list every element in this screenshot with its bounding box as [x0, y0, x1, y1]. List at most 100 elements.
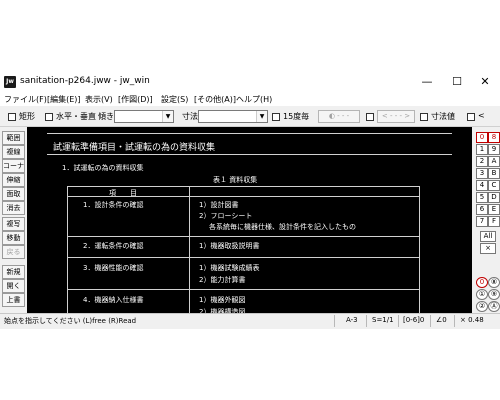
table-header-item: 項 目 [109, 189, 137, 197]
status-paper-size[interactable]: A-3 [346, 316, 358, 324]
tool-new[interactable]: 新規 [2, 265, 25, 279]
jw-win-window: Jw sanitation-p264.jww - jw_win — ☐ ✕ ファ… [0, 72, 500, 329]
layer-button[interactable]: ② [476, 301, 488, 312]
menu-other[interactable]: [その他(A)] [194, 94, 236, 105]
disabled-circle-button[interactable]: ◐ - - - [318, 110, 360, 123]
status-divider [454, 315, 455, 327]
maximize-button[interactable]: ☐ [442, 72, 472, 92]
tool-open[interactable]: 開く [2, 279, 25, 293]
tool-erase[interactable]: 消去 [2, 201, 25, 215]
layer-group-button[interactable]: D [488, 192, 500, 203]
arrow-checkbox[interactable] [366, 113, 374, 121]
layer-group-button[interactable]: 5 [476, 192, 488, 203]
dim15-checkbox[interactable] [272, 113, 280, 121]
tool-parallel[interactable]: 複線 [2, 145, 25, 159]
layer-group-button[interactable]: 3 [476, 168, 488, 179]
canvas-section: 1．試運転の為の資料収集 [62, 164, 144, 172]
tool-range[interactable]: 範囲 [2, 131, 25, 145]
menu-help[interactable]: ヘルプ(H) [236, 94, 272, 105]
layer-button[interactable]: ⑨ [488, 289, 500, 300]
tool-corner[interactable]: コーナー [2, 159, 25, 182]
menu-file[interactable]: ファイル(F) [4, 94, 47, 105]
table-right-border [419, 186, 420, 317]
hv-checkbox[interactable] [45, 113, 53, 121]
canvas-table-title: 表１ 資料収集 [213, 176, 258, 184]
dim-combo[interactable]: ▼ [198, 110, 268, 123]
status-layer[interactable]: [0-6]0 [403, 316, 424, 324]
layer-group-button[interactable]: B [488, 168, 500, 179]
hv-label: 水平・垂直 [56, 112, 96, 121]
layer-button[interactable]: 0 [476, 277, 488, 288]
table-row-item: 3．機器性能の確認 [83, 264, 144, 272]
layer-button[interactable]: ⑧ [488, 277, 500, 288]
window-title: sanitation-p264.jww - jw_win [20, 76, 150, 86]
status-scale[interactable]: S=1/1 [372, 316, 394, 324]
layer-group-button[interactable]: 2 [476, 156, 488, 167]
layer-group-button[interactable]: F [488, 216, 500, 227]
layer-invert-button[interactable]: × [480, 243, 496, 254]
menu-view[interactable]: 表示(V) [85, 94, 113, 105]
canvas-heading: 試運転準備項目・試運転の為の資料収集 [53, 143, 216, 153]
table-row-line: 2）能力計算書 [199, 276, 246, 284]
heading-rule-bottom [47, 154, 452, 155]
layer-all-button[interactable]: All [480, 231, 496, 242]
table-row-rule [67, 257, 419, 258]
layer-group-button[interactable]: 9 [488, 144, 500, 155]
extra-checkbox[interactable] [467, 113, 475, 121]
layer-group-button[interactable]: 4 [476, 180, 488, 191]
status-divider [334, 315, 335, 327]
table-row-line: 1）機器試験成績表 [199, 264, 260, 272]
control-bar: 矩形 水平・垂直 傾き ▼ 寸法 ▼ 15度毎 ◐ - - - < - - - … [0, 106, 500, 127]
table-column-divider [189, 186, 190, 317]
left-tool-palette: 範囲 複線 コーナー 伸縮 面取 消去 複写 移動 戻る 新規 開く 上書 [0, 127, 25, 317]
app-icon: Jw [4, 76, 16, 88]
status-divider [430, 315, 431, 327]
chevron-down-icon[interactable]: ▼ [256, 111, 267, 122]
table-row-item: 4．機器納入仕様書 [83, 296, 144, 304]
status-bar: 始点を指示してください (L)free (R)Read A-3 S=1/1 [0… [0, 313, 500, 329]
angle-combo[interactable]: ▼ [114, 110, 174, 123]
status-divider [398, 315, 399, 327]
layer-button[interactable]: Ⓐ [488, 301, 500, 312]
layer-group-button[interactable]: C [488, 180, 500, 191]
layer-group-button[interactable]: 8 [488, 132, 500, 143]
status-divider [366, 315, 367, 327]
right-layer-palette: 0 8 1 9 2 A 3 B 4 C 5 D 6 E 7 F All × 0 … [474, 127, 500, 317]
table-row-rule [67, 236, 419, 237]
table-row-item: 2．運転条件の確認 [83, 242, 144, 250]
tool-stretch[interactable]: 伸縮 [2, 173, 25, 187]
extra-label: < [478, 111, 485, 120]
tool-undo[interactable]: 戻る [2, 245, 25, 259]
menu-draw[interactable]: [作図(D)] [118, 94, 153, 105]
heading-rule-top [47, 133, 452, 134]
status-message: 始点を指示してください (L)free (R)Read [4, 317, 137, 325]
layer-group-button[interactable]: 6 [476, 204, 488, 215]
table-row-line: 1）機器取扱説明書 [199, 242, 260, 250]
chevron-down-icon[interactable]: ▼ [162, 111, 173, 122]
dimvalue-label: 寸法値 [431, 112, 455, 121]
status-zoom[interactable]: × 0.48 [460, 316, 484, 324]
rect-label: 矩形 [19, 112, 35, 121]
rect-checkbox[interactable] [8, 113, 16, 121]
tool-copy[interactable]: 複写 [2, 217, 25, 231]
menu-edit[interactable]: [編集(E)] [47, 94, 81, 105]
layer-group-button[interactable]: A [488, 156, 500, 167]
disabled-arrow-button[interactable]: < - - - > [377, 110, 415, 123]
layer-group-button[interactable]: 1 [476, 144, 488, 155]
dimvalue-checkbox[interactable] [420, 113, 428, 121]
close-button[interactable]: ✕ [470, 72, 500, 92]
layer-group-button[interactable]: 0 [476, 132, 488, 143]
layer-button[interactable]: ① [476, 289, 488, 300]
table-row-rule [67, 289, 419, 290]
tool-overwrite[interactable]: 上書 [2, 293, 25, 307]
drawing-canvas[interactable]: 試運転準備項目・試運転の為の資料収集 1．試運転の為の資料収集 表１ 資料収集 … [27, 127, 472, 317]
minimize-button[interactable]: — [412, 72, 442, 92]
layer-group-button[interactable]: E [488, 204, 500, 215]
menu-settings[interactable]: 設定(S) [161, 94, 188, 105]
layer-group-button[interactable]: 7 [476, 216, 488, 227]
table-top-border [67, 186, 419, 187]
tool-move[interactable]: 移動 [2, 231, 25, 245]
status-angle[interactable]: ∠0 [436, 316, 447, 324]
tool-chamfer[interactable]: 面取 [2, 187, 25, 201]
table-row-line: 各系統毎に機器仕様、設計条件を記入したもの [209, 223, 356, 231]
